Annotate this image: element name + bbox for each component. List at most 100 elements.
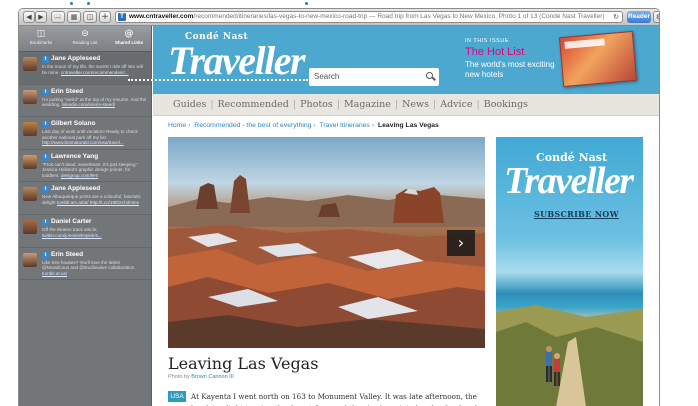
shared-link-item[interactable]: t Erin Steed Like tree houses? You'll love… bbox=[19, 248, 151, 281]
shared-link-item[interactable]: t Erin Steed I'm putting "weird" at the to… bbox=[19, 85, 151, 118]
nav-separator: | bbox=[210, 99, 214, 110]
site-nav: Guides | Recommended | Photos | Magazine | News |… bbox=[153, 94, 659, 116]
breadcrumb-home[interactable]: Home bbox=[168, 122, 186, 129]
site-favicon-icon: T bbox=[118, 13, 126, 21]
location-tag[interactable]: USA bbox=[168, 391, 186, 402]
callout-dot bbox=[70, 2, 73, 5]
nav-item-guides[interactable]: Guides bbox=[173, 99, 206, 110]
avatar bbox=[23, 252, 37, 267]
tweet-text: New Albuquerque prints are a colourful, … bbox=[42, 194, 148, 205]
search-input[interactable]: Search bbox=[309, 68, 439, 86]
nav-item-photos[interactable]: Photos bbox=[300, 99, 333, 110]
address-bar[interactable]: T www.cntraveller.com/recommended/itiner… bbox=[115, 11, 623, 23]
breadcrumb-current: Leaving Las Vegas bbox=[377, 122, 439, 129]
callout-dots bbox=[0, 0, 698, 8]
tab-bookmarks[interactable]: ◫ Bookmarks bbox=[19, 26, 63, 51]
tab-label: Shared Links bbox=[114, 40, 144, 45]
twitter-icon: t bbox=[42, 153, 49, 161]
issue-title-link[interactable]: The Hot List bbox=[465, 46, 524, 58]
byline: Photo by Brown Cannon III bbox=[168, 374, 234, 380]
breadcrumb-recommended[interactable]: Recommended - the best of everything bbox=[194, 122, 311, 129]
callout-dot bbox=[305, 2, 308, 5]
avatar bbox=[23, 122, 37, 137]
web-page: Condé Nast Traveller Search IN THIS ISSU… bbox=[153, 26, 659, 406]
browser-toolbar: ◀ ▶ 📖 ▦ ◫ + T www.cntraveller.com/recomm… bbox=[19, 9, 659, 26]
tab-shared-links[interactable]: @ Shared Links bbox=[107, 26, 151, 51]
twitter-icon: t bbox=[42, 218, 49, 226]
reader-button[interactable]: Reader bbox=[627, 11, 651, 23]
tweet-message: Like tree houses? You'll love the latest… bbox=[42, 259, 136, 271]
tweet-text: I'm putting "weird" at the top of my res… bbox=[42, 97, 148, 108]
back-button[interactable]: ◀ bbox=[23, 11, 35, 23]
site-masthead: Condé Nast Traveller Search IN THIS ISSU… bbox=[153, 26, 659, 94]
search-icon[interactable] bbox=[426, 72, 433, 79]
callout-dot bbox=[87, 2, 90, 5]
tweet-link[interactable]: tumblr.am.at/at/ http://t.co/19tbXchdHme bbox=[57, 200, 139, 205]
avatar bbox=[23, 89, 37, 104]
shared-link-item[interactable]: t Jane Appleseed New Albuquerque prints ar… bbox=[19, 182, 151, 215]
twitter-icon: t bbox=[42, 56, 49, 63]
nav-separator: | bbox=[336, 99, 340, 110]
shared-link-item[interactable]: t Lawrence Yang "Pros can't dead, sweethea… bbox=[19, 150, 151, 183]
tweet-author-name: Jane Appleseed bbox=[51, 55, 101, 62]
tweet-text: Off the Beaten track article: twitter.co… bbox=[42, 227, 148, 238]
avatar bbox=[23, 187, 37, 202]
top-sites-icon[interactable]: ▦ bbox=[67, 11, 81, 23]
tweet-author: t Jane Appleseed bbox=[42, 185, 148, 194]
gear-icon[interactable]: ⚙ bbox=[653, 11, 659, 23]
tweet-link[interactable]: linkedin.com/in/erin-steed/ bbox=[62, 102, 115, 107]
article-title: Leaving Las Vegas bbox=[168, 354, 319, 373]
breadcrumb-itineraries[interactable]: Travel Itineraries bbox=[319, 122, 369, 129]
tab-reading-list[interactable]: ⊖ Reading List bbox=[63, 26, 107, 51]
nav-item-bookings[interactable]: Bookings bbox=[484, 99, 528, 110]
byline-prefix: Photo by bbox=[168, 374, 192, 380]
twitter-icon: t bbox=[42, 186, 49, 194]
nav-item-advice[interactable]: Advice bbox=[440, 99, 472, 110]
tweet-author-name: Gilbert Solano bbox=[51, 120, 96, 128]
forward-button[interactable]: ▶ bbox=[35, 11, 47, 23]
address-domain: www.cntraveller.com bbox=[129, 13, 194, 20]
tweet-author-name: Jane Appleseed bbox=[51, 185, 101, 193]
add-tab-button[interactable]: + bbox=[99, 11, 111, 23]
issue-description: The world's most exciting new hotels bbox=[465, 60, 555, 79]
tweet-author: t Daniel Carter bbox=[42, 218, 148, 226]
shared-link-item[interactable]: t Gilbert Solano Last day of work until va… bbox=[19, 117, 151, 150]
tab-label: Bookmarks bbox=[29, 40, 53, 45]
reload-icon[interactable]: ↻ bbox=[613, 12, 619, 22]
bookmarks-icon[interactable]: 📖 bbox=[51, 11, 65, 23]
nav-item-magazine[interactable]: Magazine bbox=[344, 99, 391, 110]
bookmarks-icon: ◫ bbox=[36, 29, 46, 39]
tweet-message: Off the Beaten track article: bbox=[42, 226, 98, 232]
magazine-cover-image[interactable] bbox=[558, 30, 638, 88]
tweet-author: t Jane Appleseed bbox=[42, 55, 148, 63]
tweet-link[interactable]: cntraveller.com/recommendes/r... bbox=[61, 70, 129, 75]
tweet-link[interactable]: http://www.bonnaturald.com/usa/travel... bbox=[42, 140, 124, 145]
tweet-link[interactable]: designup.com/9Hr bbox=[61, 173, 98, 178]
tab-label: Reading List bbox=[72, 40, 98, 45]
tweet-author-name: Daniel Carter bbox=[51, 217, 92, 225]
byline-author-link[interactable]: Brown Cannon III bbox=[191, 374, 234, 380]
tweet-text: "Pros can't dead, sweetheart. It's just … bbox=[42, 162, 148, 179]
nav-item-recommended[interactable]: Recommended bbox=[218, 99, 289, 110]
tweet-author: t Erin Steed bbox=[42, 88, 148, 96]
tweet-text: Like tree houses? You'll love the latest… bbox=[42, 260, 148, 277]
avatar bbox=[23, 154, 37, 169]
tweet-author-name: Erin Steed bbox=[51, 87, 84, 95]
sidebar-toggle-icon[interactable]: ◫ bbox=[83, 11, 97, 23]
at-sign-icon: @ bbox=[124, 29, 134, 39]
issue-kicker: IN THIS ISSUE bbox=[465, 38, 509, 44]
shared-link-item[interactable]: t Daniel Carter Off the Beaten track artic… bbox=[19, 215, 151, 248]
subscribe-now-link[interactable]: SUBSCRIBE NOW bbox=[534, 209, 619, 219]
sidebar-tabs: ◫ Bookmarks ⊖ Reading List @ Shared Links bbox=[19, 26, 151, 52]
tweet-link[interactable]: tumblr.at.us/ bbox=[42, 271, 67, 276]
nav-separator: | bbox=[292, 99, 297, 110]
subscribe-advert[interactable]: Condé Nast Traveller SUBSCRIBE NOW bbox=[496, 137, 643, 406]
next-photo-button[interactable]: › bbox=[447, 230, 475, 256]
callout-dotted-line bbox=[128, 79, 308, 81]
search-placeholder: Search bbox=[314, 72, 340, 81]
tweet-link[interactable]: twitter.com/jonesisthepink/s... bbox=[42, 233, 102, 238]
logo-traveller[interactable]: Traveller bbox=[168, 39, 306, 83]
avatar bbox=[23, 219, 37, 234]
nav-separator: | bbox=[476, 99, 480, 110]
nav-item-news[interactable]: News bbox=[402, 99, 429, 110]
